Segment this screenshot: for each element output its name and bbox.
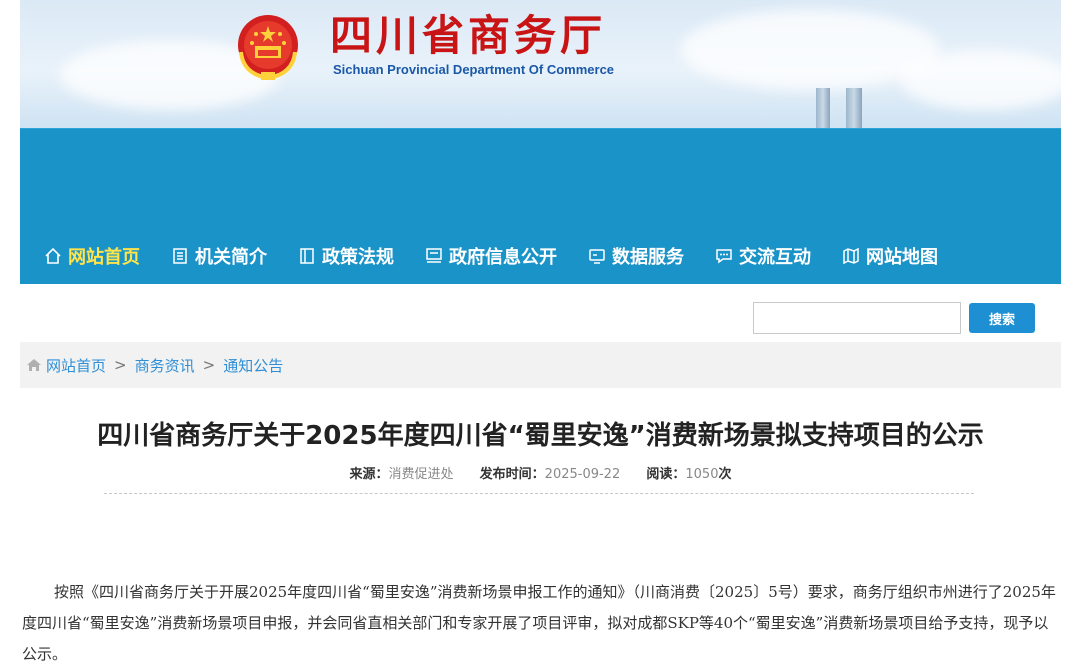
header-banner: 四川省商务厅 Sichuan Provincial Department Of …	[20, 0, 1061, 128]
site-subtitle: Sichuan Provincial Department Of Commerc…	[333, 62, 615, 77]
nav-item-label: 交流互动	[739, 247, 811, 268]
nav-item-label: 数据服务	[612, 247, 684, 268]
breadcrumb-link-home[interactable]: 网站首页	[46, 355, 106, 376]
home-icon	[45, 247, 61, 264]
breadcrumb: 网站首页 > 商务资讯 > 通知公告	[20, 342, 1061, 388]
site-title: 四川省商务厅	[330, 11, 607, 60]
nav-item-label: 政策法规	[322, 247, 394, 268]
nav-item-gov-info[interactable]: 政府信息公开	[425, 243, 557, 269]
monitor-icon	[589, 249, 605, 264]
nav-item-interaction[interactable]: 交流互动	[715, 243, 811, 269]
nav-item-policy[interactable]: 政策法规	[298, 243, 394, 269]
article-body: 按照《四川省商务厅关于开展2025年度四川省“蜀里安逸”消费新场景申报工作的通知…	[22, 583, 1056, 663]
views-value: 1050	[685, 467, 719, 482]
main-nav-band: 网站首页 机关简介 政策法规 政府信息公开 数据服务 交流互动 网站地图	[20, 128, 1061, 284]
nav-item-data[interactable]: 数据服务	[588, 243, 684, 269]
national-emblem-icon	[238, 15, 298, 81]
breadcrumb-separator: >	[114, 356, 127, 374]
source-value: 消费促进处	[388, 467, 454, 482]
info-board-icon	[426, 248, 442, 263]
home-icon	[27, 359, 41, 371]
main-nav: 网站首页 机关简介 政策法规 政府信息公开 数据服务 交流互动 网站地图	[44, 243, 969, 269]
nav-item-label: 网站首页	[68, 247, 140, 268]
article-title: 四川省商务厅关于2025年度四川省“蜀里安逸”消费新场景拟支持项目的公示	[97, 421, 984, 451]
breadcrumb-separator: >	[202, 356, 216, 374]
date-label: 发布时间：	[479, 467, 545, 482]
date-value: 2025-09-22	[544, 467, 621, 482]
views-suffix: 次	[718, 467, 732, 482]
breadcrumb-link-news[interactable]: 商务资讯	[135, 355, 195, 376]
chat-icon	[716, 249, 732, 264]
search-input[interactable]	[753, 302, 961, 334]
nav-item-about[interactable]: 机关简介	[171, 243, 267, 269]
breadcrumb-link-notices[interactable]: 通知公告	[223, 355, 283, 376]
article-meta: 来源：消费促进处 发布时间：2025-09-22 阅读：1050次	[20, 463, 1061, 482]
nav-item-label: 政府信息公开	[449, 247, 557, 268]
meta-divider	[104, 493, 974, 494]
views-label: 阅读：	[646, 467, 686, 482]
nav-item-home[interactable]: 网站首页	[44, 243, 140, 269]
map-icon	[843, 247, 859, 265]
nav-item-label: 网站地图	[866, 247, 938, 268]
nav-item-label: 机关简介	[195, 247, 267, 268]
book-icon	[300, 248, 314, 264]
nav-item-sitemap[interactable]: 网站地图	[842, 243, 938, 269]
search-button[interactable]: 搜索	[969, 303, 1035, 333]
source-label: 来源：	[349, 467, 389, 482]
document-icon	[173, 248, 187, 264]
